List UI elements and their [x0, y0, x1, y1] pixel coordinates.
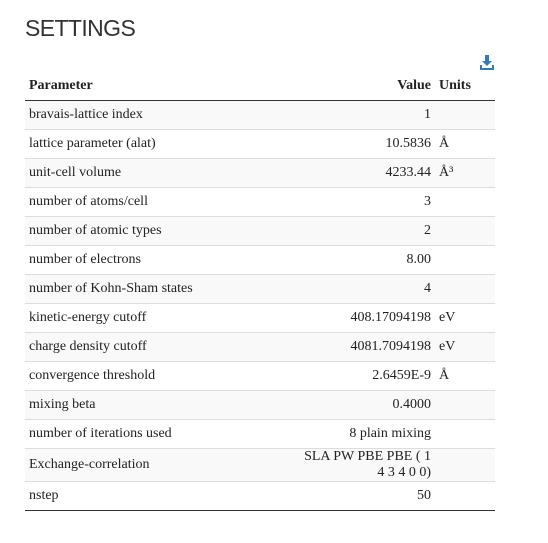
cell-units: Å³ — [435, 158, 495, 188]
cell-value: 2.6459E-9 — [295, 361, 435, 391]
download-button[interactable] — [480, 54, 494, 70]
cell-units — [435, 187, 495, 217]
cell-units — [435, 216, 495, 246]
cell-units: Å — [435, 361, 495, 391]
cell-units — [435, 419, 495, 449]
cell-value: 8.00 — [295, 245, 435, 275]
table-row: number of atoms/cell 3 — [25, 187, 495, 217]
cell-parameter: number of Kohn-Sham states — [25, 274, 295, 304]
table-row: bravais-lattice index 1 — [25, 100, 495, 130]
table-row: mixing beta 0.4000 — [25, 390, 495, 420]
cell-parameter: Exchange-correlation — [25, 448, 295, 482]
table-row: nstep 50 — [25, 481, 495, 511]
table-row: lattice parameter (alat) 10.5836 Å — [25, 129, 495, 159]
cell-value: 50 — [295, 481, 435, 511]
column-header-parameter: Parameter — [25, 72, 295, 101]
cell-units: eV — [435, 332, 495, 362]
cell-units: Å — [435, 129, 495, 159]
cell-value: 10.5836 — [295, 129, 435, 159]
cell-value: 4233.44 — [295, 158, 435, 188]
table-row: number of electrons 8.00 — [25, 245, 495, 275]
settings-page: SETTINGS Parameter Value Units bravais-l… — [0, 0, 548, 543]
cell-value: 8 plain mixing — [295, 419, 435, 449]
cell-value: 0.4000 — [295, 390, 435, 420]
cell-value: 2 — [295, 216, 435, 246]
page-title: SETTINGS — [25, 15, 136, 41]
column-header-units: Units — [435, 72, 495, 101]
cell-value: 4081.7094198 — [295, 332, 435, 362]
cell-units — [435, 448, 495, 482]
cell-parameter: number of atomic types — [25, 216, 295, 246]
cell-value: 3 — [295, 187, 435, 217]
cell-value: 1 — [295, 100, 435, 130]
table-row: charge density cutoff 4081.7094198 eV — [25, 332, 495, 362]
cell-value: SLA PW PBE PBE ( 1 4 3 4 0 0) — [295, 448, 435, 482]
cell-parameter: nstep — [25, 481, 295, 511]
cell-parameter: mixing beta — [25, 390, 295, 420]
cell-parameter: convergence threshold — [25, 361, 295, 391]
table-row: number of Kohn-Sham states 4 — [25, 274, 495, 304]
table-row: convergence threshold 2.6459E-9 Å — [25, 361, 495, 391]
table-row: unit-cell volume 4233.44 Å³ — [25, 158, 495, 188]
table-row: Exchange-correlation SLA PW PBE PBE ( 1 4… — [25, 448, 495, 482]
cell-parameter: kinetic-energy cutoff — [25, 303, 295, 333]
cell-parameter: unit-cell volume — [25, 158, 295, 188]
cell-parameter: number of electrons — [25, 245, 295, 275]
cell-parameter: number of iterations used — [25, 419, 295, 449]
cell-parameter: lattice parameter (alat) — [25, 129, 295, 159]
cell-value: 4 — [295, 274, 435, 304]
table-header-row: Parameter Value Units — [25, 72, 495, 101]
cell-value: 408.17094198 — [295, 303, 435, 333]
table-row: kinetic-energy cutoff 408.17094198 eV — [25, 303, 495, 333]
download-icon — [480, 55, 494, 70]
settings-table-body: bravais-lattice index 1 lattice parameter … — [25, 100, 495, 511]
cell-parameter: bravais-lattice index — [25, 100, 295, 130]
cell-units — [435, 274, 495, 304]
cell-units — [435, 481, 495, 511]
cell-units — [435, 100, 495, 130]
cell-units — [435, 390, 495, 420]
settings-table: Parameter Value Units bravais-lattice in… — [25, 72, 495, 511]
cell-parameter: charge density cutoff — [25, 332, 295, 362]
table-row: number of atomic types 2 — [25, 216, 495, 246]
cell-units: eV — [435, 303, 495, 333]
cell-parameter: number of atoms/cell — [25, 187, 295, 217]
column-header-value: Value — [295, 72, 435, 101]
cell-units — [435, 245, 495, 275]
table-row: number of iterations used 8 plain mixing — [25, 419, 495, 449]
